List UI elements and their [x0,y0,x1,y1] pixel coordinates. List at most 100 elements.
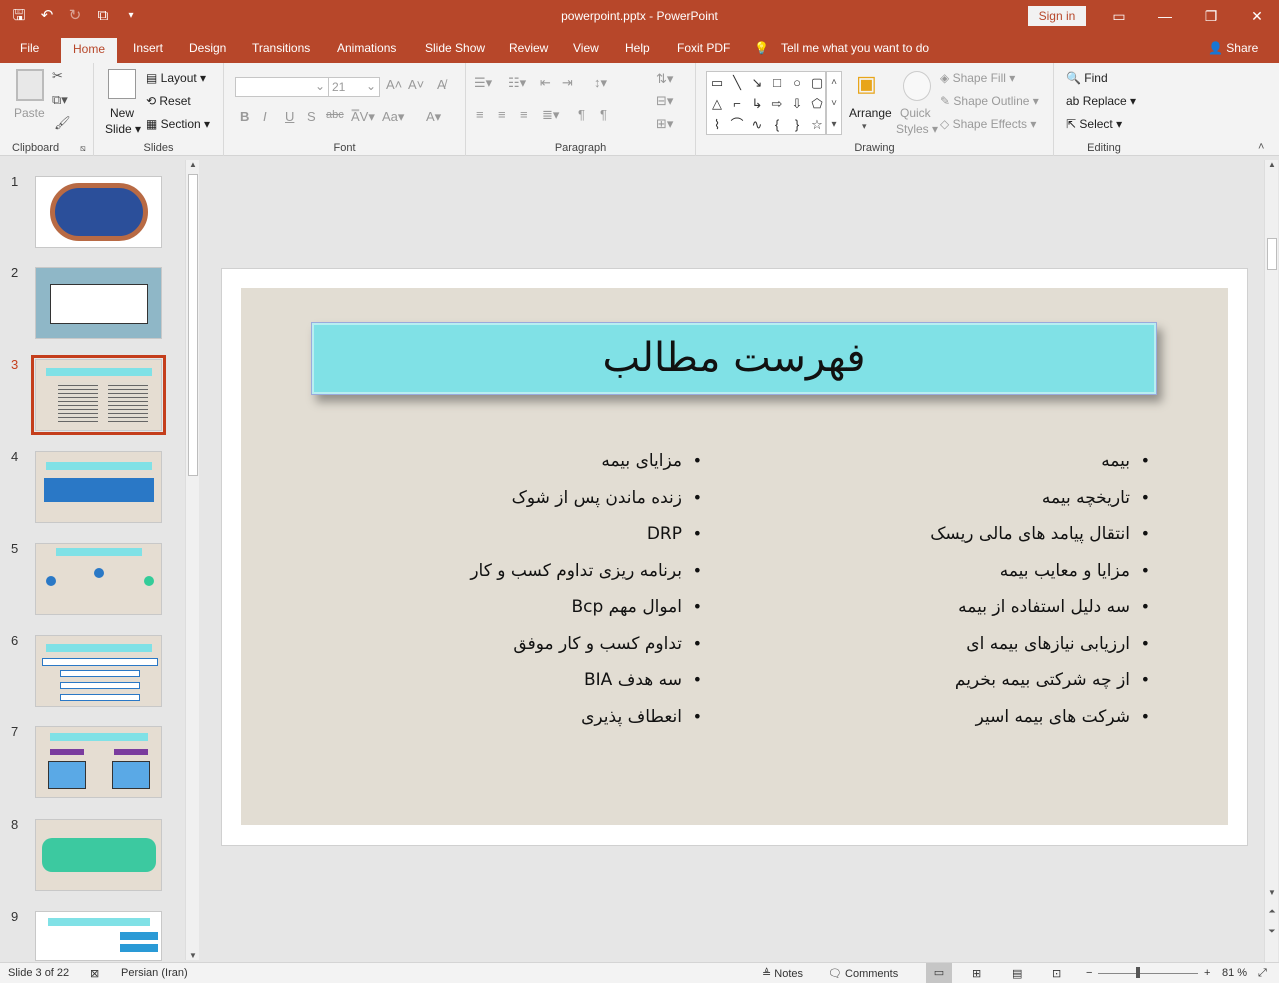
scroll-up-icon[interactable]: ▲ [1266,160,1278,169]
curved-connector-icon[interactable]: ↳ [747,93,767,114]
format-painter-icon[interactable]: 🖌 [54,115,71,131]
shape-effects-button[interactable]: ◇ Shape Effects ▾ [940,117,1036,131]
zoom-out-icon[interactable]: − [1086,967,1092,979]
tab-insert[interactable]: Insert [133,41,163,55]
thumbnail-image[interactable] [35,451,162,523]
previous-slide-icon[interactable]: ⏶ [1266,906,1278,917]
ltr-icon[interactable]: ¶ [578,107,585,122]
arrow-shape-icon[interactable]: ↘ [747,72,767,93]
close-button[interactable]: ✕ [1237,4,1277,28]
zoom-level[interactable]: 81 % [1222,967,1247,979]
right-arrow-shape-icon[interactable]: ⇨ [767,93,787,114]
elbow-connector-icon[interactable]: ⌐ [727,93,747,114]
center-icon[interactable]: ≡ [498,107,506,122]
star-shape-icon[interactable]: ☆ [807,114,827,135]
editor-scroll-thumb[interactable] [1267,238,1277,270]
line-shape-icon[interactable]: ╲ [727,72,747,93]
curve-shape-icon[interactable]: ∿ [747,114,767,135]
freeform-shape-icon[interactable]: ⌇ [707,114,727,135]
increase-font-icon[interactable]: A˄ [386,77,402,92]
underline-icon[interactable]: U [285,109,294,124]
right-bullet-list[interactable]: بیمه تاریخچه بیمه انتقال پیامد های مالی … [870,451,1150,743]
next-slide-icon[interactable]: ⏷ [1266,926,1278,937]
align-text-icon[interactable]: ⊟▾ [656,93,673,109]
line-spacing-icon[interactable]: ↕▾ [594,75,607,91]
tell-me-search[interactable]: Tell me what you want to do [781,41,929,55]
decrease-indent-icon[interactable]: ⇤ [540,75,551,91]
quick-styles-icon[interactable] [903,71,931,101]
triangle-shape-icon[interactable]: △ [707,93,727,114]
tab-foxit-pdf[interactable]: Foxit PDF [677,41,730,55]
notes-button[interactable]: ≜ Notes [762,967,803,980]
character-spacing-icon[interactable]: A̿V▾ [351,109,375,125]
zoom-slider-thumb[interactable] [1136,967,1140,978]
thumbnail-image[interactable] [35,176,162,248]
text-direction-icon[interactable]: ⇅▾ [656,71,673,87]
thumbnail-image[interactable] [35,635,162,707]
rtl-icon[interactable]: ¶ [600,107,607,122]
rounded-rect-shape-icon[interactable]: ▢ [807,72,827,93]
section-button[interactable]: ▦ Section ▾ [146,117,210,131]
down-arrow-shape-icon[interactable]: ⇩ [787,93,807,114]
restore-button[interactable]: ❐ [1191,4,1231,28]
replace-button[interactable]: ab Replace ▾ [1066,94,1136,108]
thumbnail-image-selected[interactable] [31,355,166,435]
right-brace-icon[interactable]: } [787,114,807,135]
sign-in-button[interactable]: Sign in [1028,6,1086,26]
tab-slide-show[interactable]: Slide Show [425,41,485,55]
share-button[interactable]: 👤 Share [1208,41,1258,55]
smartart-icon[interactable]: ⊞▾ [656,116,673,132]
thumbnail-scrollbar[interactable]: ▲ ▼ [185,160,199,960]
layout-button[interactable]: ▤ Layout ▾ [146,71,206,85]
tab-view[interactable]: View [573,41,599,55]
tab-design[interactable]: Design [189,41,226,55]
textbox-shape-icon[interactable]: ▭ [707,72,727,93]
scroll-up-icon[interactable]: ▲ [187,160,199,169]
font-size-combobox[interactable]: 21 ⌄ [328,77,380,97]
rectangle-shape-icon[interactable]: □ [767,72,787,93]
italic-icon[interactable]: I [263,109,267,124]
thumbnail-image[interactable] [35,819,162,891]
new-slide-label-2[interactable]: Slide ▾ [105,122,141,136]
flowchart-shape-icon[interactable]: ⬠ [807,93,827,114]
arc-shape-icon[interactable]: ⌒ [727,114,747,135]
shadow-icon[interactable]: S [307,109,316,124]
bold-icon[interactable]: B [240,109,249,124]
spell-check-icon[interactable]: ⊠ [90,967,99,980]
thumbnail-image[interactable] [35,911,162,961]
comments-button[interactable]: 🗨 Comments [828,967,898,980]
collapse-ribbon-icon[interactable]: ˄ [1258,141,1264,153]
scroll-down-icon[interactable]: ▼ [1266,888,1278,897]
tab-home[interactable]: Home [61,38,118,63]
thumbnail-image[interactable] [35,543,162,615]
slide-show-icon[interactable]: ⊡ [1052,967,1061,980]
font-color-icon[interactable]: A▾ [426,109,441,125]
left-bullet-list[interactable]: مزایای بیمه زنده ماندن پس از شوک DRP برن… [422,451,702,743]
increase-indent-icon[interactable]: ⇥ [562,75,573,91]
scroll-down-icon[interactable]: ▼ [187,951,199,960]
oval-shape-icon[interactable]: ○ [787,72,807,93]
paste-icon[interactable] [16,69,44,101]
shapes-gallery[interactable]: ▭ ╲ ↘ □ ○ ▢ △ ⌐ ↳ ⇨ ⇩ ⬠ ⌇ ⌒ ∿{} ☆ [706,71,826,135]
slide-title[interactable]: فهرست مطالب [311,322,1157,395]
paste-button[interactable]: Paste [14,106,45,120]
tab-help[interactable]: Help [625,41,650,55]
left-brace-icon[interactable]: { [767,114,787,135]
strikethrough-icon[interactable]: abc [326,109,344,121]
slide-sorter-icon[interactable]: ⊞ [972,967,981,980]
thumbnail-scroll-thumb[interactable] [188,174,198,476]
font-name-combobox[interactable]: ⌄ [235,77,329,97]
arrange-icon[interactable]: ▣ [856,71,877,97]
align-right-icon[interactable]: ≡ [520,107,528,122]
minimize-button[interactable]: — [1145,4,1185,28]
reset-button[interactable]: ⟲ Reset [146,94,191,108]
reading-view-icon[interactable]: ▤ [1012,967,1022,980]
new-slide-label-1[interactable]: New [110,106,134,120]
zoom-in-icon[interactable]: + [1204,967,1210,979]
clipboard-launcher-icon[interactable]: ⧅ [80,143,86,154]
thumbnail-image[interactable] [35,726,162,798]
numbering-icon[interactable]: ☷▾ [508,75,526,91]
zoom-slider[interactable] [1098,973,1198,974]
editor-scrollbar[interactable]: ▲ ▼ ⏶ ⏷ [1264,160,1278,962]
quick-styles-label-2[interactable]: Styles ▾ [896,122,938,136]
